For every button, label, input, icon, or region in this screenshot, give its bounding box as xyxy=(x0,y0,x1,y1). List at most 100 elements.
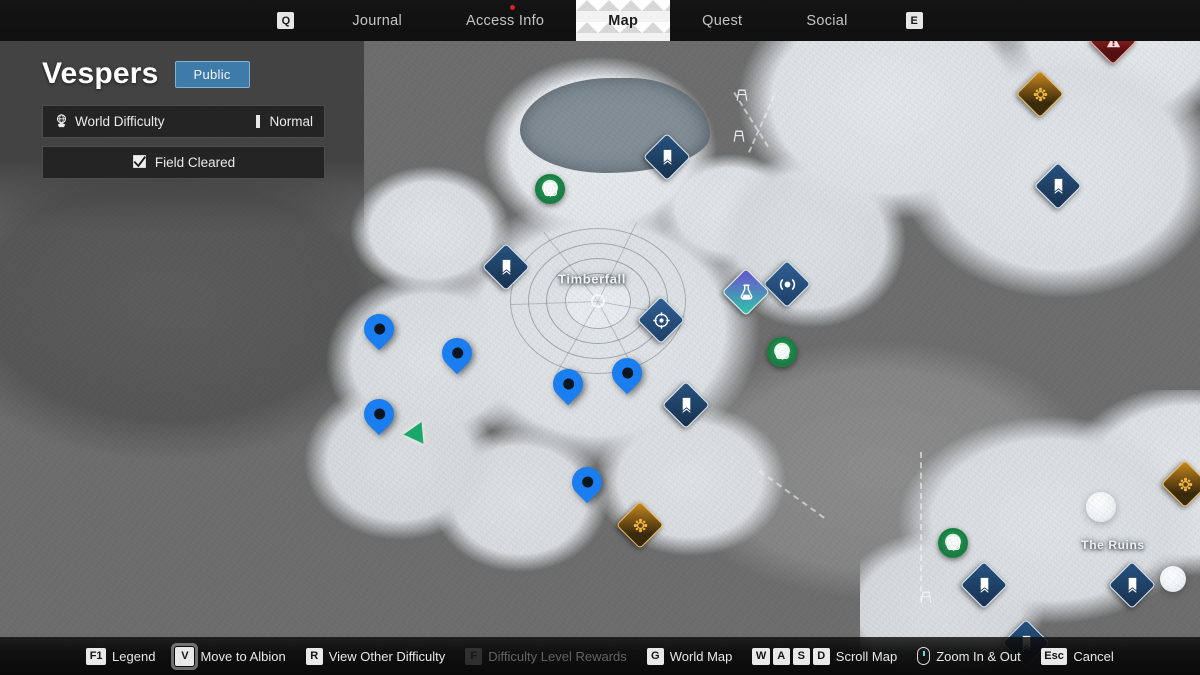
title-row: Vespers Public xyxy=(42,57,324,91)
diamond-teal-frame xyxy=(721,267,771,317)
map-marker-ornate-relic-icon[interactable] xyxy=(615,500,665,550)
map-marker-gate-icon[interactable] xyxy=(734,87,750,103)
tab-access-info[interactable]: Access Info xyxy=(434,0,576,41)
tab-label: Quest xyxy=(702,12,743,29)
difficulty-level-bar xyxy=(256,115,261,128)
bookmark-icon xyxy=(490,251,522,283)
tab-label: Journal xyxy=(352,12,403,29)
world-difficulty-value-group: Normal xyxy=(256,114,313,129)
field-cleared-row[interactable]: Field Cleared xyxy=(42,146,325,179)
tab-label: Map xyxy=(608,12,639,29)
diamond-navy-frame xyxy=(661,380,711,430)
hint-label: World Map xyxy=(669,648,733,664)
mouse-scroll-icon xyxy=(917,647,931,665)
diamond-gold-frame xyxy=(615,500,665,550)
tab-quest[interactable]: Quest xyxy=(670,0,774,41)
bookmark-icon xyxy=(1042,170,1074,202)
hint-scroll-map[interactable]: W A S D Scroll Map xyxy=(752,647,898,665)
notification-dot xyxy=(510,5,516,10)
hint-key: V xyxy=(175,646,195,666)
key-w: W xyxy=(752,647,770,665)
hint-cancel[interactable]: Esc Cancel xyxy=(1040,647,1114,665)
diamond-navy-frame xyxy=(1107,560,1157,610)
tab-label: Social xyxy=(806,12,848,29)
map-marker-beacon-icon[interactable] xyxy=(762,259,812,309)
map-marker-bookmark-icon[interactable] xyxy=(1107,560,1157,610)
target-ring-icon xyxy=(938,528,968,558)
world-globe-icon xyxy=(54,113,69,131)
page-title: Vespers xyxy=(42,57,159,90)
diamond-blue-frame xyxy=(636,295,686,345)
check-box-icon xyxy=(132,154,147,172)
flask-icon xyxy=(730,276,762,308)
world-difficulty-label-group: World Difficulty xyxy=(54,113,165,131)
map-marker-location-pin[interactable] xyxy=(435,331,487,398)
hint-label: Move to Albion xyxy=(200,648,286,664)
target-ring-icon xyxy=(535,174,565,204)
bookmark-icon xyxy=(651,141,683,173)
bookmark-icon xyxy=(670,389,702,421)
map-marker-location-pin[interactable] xyxy=(357,307,409,374)
key-a: A xyxy=(772,647,790,665)
hint-move-to-albion[interactable]: V Move to Albion xyxy=(175,646,286,666)
map-marker-bookmark-icon[interactable] xyxy=(481,242,531,292)
hint-legend[interactable]: F1 Legend xyxy=(86,647,156,665)
beacon-icon xyxy=(771,268,803,300)
key-s: S xyxy=(792,647,810,665)
map-marker-location-pin[interactable] xyxy=(605,351,657,418)
hint-view-other-difficulty[interactable]: R View Other Difficulty xyxy=(305,647,446,665)
prev-tab-key[interactable]: Q xyxy=(277,12,295,29)
map-marker-target-ring-icon[interactable] xyxy=(535,174,565,204)
map-marker-bookmark-icon[interactable] xyxy=(1033,161,1083,211)
ornate-relic-icon xyxy=(1169,468,1200,500)
hint-label: Cancel xyxy=(1073,648,1114,664)
key-d: D xyxy=(812,647,830,665)
region-info-panel: Vespers Public World Difficulty Normal F… xyxy=(0,41,364,231)
map-marker-bookmark-icon[interactable] xyxy=(959,560,1009,610)
ornate-relic-icon xyxy=(624,509,656,541)
map-marker-crosshair-icon[interactable] xyxy=(636,295,686,345)
hint-key: G xyxy=(646,647,664,665)
map-marker-location-pin[interactable] xyxy=(546,362,598,429)
tab-journal[interactable]: Journal xyxy=(320,0,434,41)
map-marker-ornate-relic-icon[interactable] xyxy=(1015,69,1065,119)
tab-map[interactable]: Map xyxy=(576,0,670,41)
hint-key: R xyxy=(305,647,323,665)
map-marker-bookmark-icon[interactable] xyxy=(642,132,692,182)
map-marker-gate-icon[interactable] xyxy=(918,589,934,605)
hint-world-map[interactable]: G World Map xyxy=(646,647,733,665)
hint-zoom-in---out[interactable]: Zoom In & Out xyxy=(917,647,1021,665)
world-difficulty-value: Normal xyxy=(269,114,313,129)
map-marker-gate-icon[interactable] xyxy=(731,128,747,144)
hint-label: Scroll Map xyxy=(835,648,898,664)
map-marker-player-arrow[interactable] xyxy=(403,421,440,455)
hint-difficulty-level-rewards: F Difficulty Level Rewards xyxy=(465,647,627,665)
hint-label: Difficulty Level Rewards xyxy=(488,648,627,664)
public-status-badge[interactable]: Public xyxy=(174,60,250,88)
hint-label: Legend xyxy=(112,648,156,664)
option-list: World Difficulty Normal Field Cleared xyxy=(42,105,325,179)
nav-tab-list: Q Journal Access Info Map Quest Social E xyxy=(251,0,948,41)
map-marker-location-pin[interactable] xyxy=(565,460,617,527)
field-cleared-label: Field Cleared xyxy=(154,155,236,170)
next-tab-key[interactable]: E xyxy=(905,12,923,29)
control-hint-bar: F1 Legend V Move to Albion R View Other Diffi… xyxy=(0,637,1200,675)
map-marker-bookmark-icon[interactable] xyxy=(661,380,711,430)
world-difficulty-label: World Difficulty xyxy=(75,114,165,129)
map-marker-ornate-relic-icon[interactable] xyxy=(1160,459,1200,509)
hint-label: Zoom In & Out xyxy=(936,648,1021,664)
bookmark-icon xyxy=(968,569,1000,601)
hint-label: View Other Difficulty xyxy=(328,648,446,664)
crosshair-icon xyxy=(645,304,677,336)
world-difficulty-row[interactable]: World Difficulty Normal xyxy=(42,105,325,138)
bookmark-icon xyxy=(1116,569,1148,601)
diamond-navy-frame xyxy=(642,132,692,182)
diamond-navy-frame xyxy=(1033,161,1083,211)
hint-key: Esc xyxy=(1040,647,1068,665)
hint-key: F xyxy=(465,647,483,665)
map-marker-flask-icon[interactable] xyxy=(721,267,771,317)
wasd-keys: WASD xyxy=(752,647,830,665)
map-marker-target-ring-icon[interactable] xyxy=(938,528,968,558)
map-marker-target-ring-icon[interactable] xyxy=(767,337,797,367)
tab-social[interactable]: Social xyxy=(774,0,879,41)
